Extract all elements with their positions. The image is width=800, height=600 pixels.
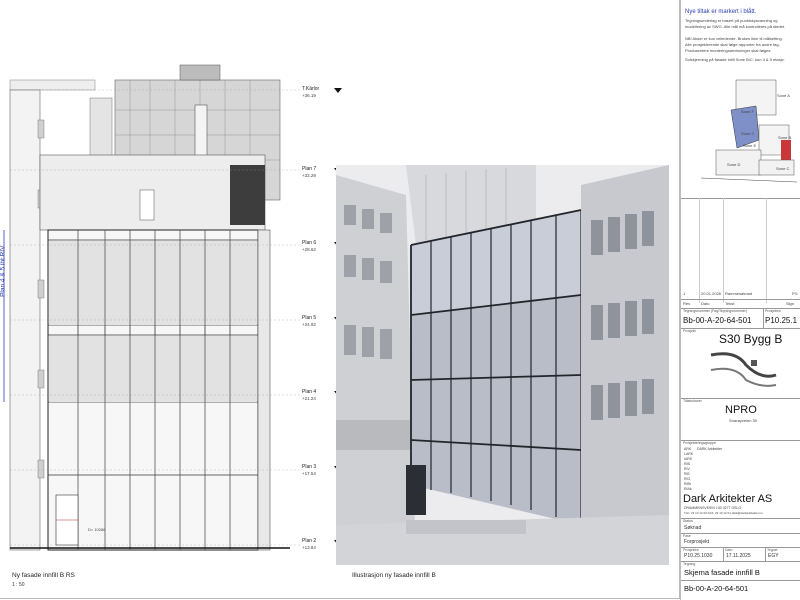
divider [763, 308, 764, 328]
elevation-scale: 1 : 50 [12, 582, 25, 588]
revision-date: 20.01.2026 [701, 291, 722, 296]
date-value: 17.11.2025 [726, 553, 751, 559]
drawn-value: EGY [768, 553, 779, 559]
project-number: P10.25.1 [765, 316, 798, 325]
phase-value: Forprosjekt [684, 539, 710, 545]
revision-grid [681, 198, 800, 303]
project-label: Prosjekt [683, 329, 696, 333]
firm-name: Dark Arkitekter AS [683, 493, 773, 505]
project-no-label: Prosjektnr [765, 309, 781, 313]
site-thumbnail-svg [710, 352, 777, 387]
proj-label: Prosjektnr [683, 548, 699, 552]
drawing-number-bottom: Bb-00-A-20-64-501 [684, 584, 749, 593]
status-label: Status [683, 519, 693, 523]
zone-label: Sone C [776, 166, 790, 171]
note-line: Produsenters monteringsanvisninger skal … [685, 48, 772, 53]
drawn-label: Tegnet [767, 548, 778, 552]
divider [723, 547, 724, 561]
level-arrow-icon [334, 88, 342, 93]
zone-label: Sone E [743, 143, 757, 148]
drawing-no-label: Tegningsnummer (Fag/Tegningsnummer) [683, 309, 747, 313]
facade-illustration [336, 165, 669, 565]
revision-header: Sign [786, 301, 795, 306]
note-line: Solskjerming på fasade infill Sone B/C: … [685, 57, 785, 62]
divider [681, 518, 800, 519]
zone-label: Sone D [727, 162, 741, 167]
revision-rev: 1 [683, 291, 686, 296]
design-role: RIB [684, 462, 690, 466]
firm-address: DRAMMENSVEIEN 130 0277 OSLO [684, 506, 742, 510]
phase-label: Fase [683, 534, 691, 538]
divider [765, 547, 766, 561]
project-name: S30 Bygg B [719, 332, 783, 346]
revision-header: Tekst [725, 301, 735, 306]
client-name: NPRO [725, 404, 757, 416]
divider [681, 561, 800, 562]
divider [681, 328, 800, 329]
note-line: Alle prosjekterende skal følge rapporter… [685, 42, 780, 47]
zone-label: Sone A [777, 93, 790, 98]
elevation-drawing [0, 40, 320, 560]
note-line: NB! Akser er kun veiledende. Brukes ikke… [685, 36, 783, 41]
elevation-caption: Ny fasade innfill B RS [12, 572, 75, 579]
notes-heading: Nye tiltak er markert i blått. [685, 9, 757, 15]
revision-header: Dato [701, 301, 710, 306]
date-label: Dato [725, 548, 733, 552]
revision-sign: PG [792, 291, 798, 296]
client-address: Snarøyveien 30 [729, 418, 758, 423]
door-note: D= 10286 [88, 527, 106, 532]
status-value: Søknad [684, 525, 702, 531]
design-role: RIBr [684, 482, 691, 486]
design-group-label: Prosjekteringsgruppe [683, 441, 717, 445]
design-company: DARK Arkitekter [697, 447, 723, 451]
illustration-svg [336, 165, 669, 565]
zone-label: Sone B [778, 135, 792, 140]
drawing-title-label: Tegning [683, 562, 696, 566]
key-plan-svg [700, 79, 798, 183]
revision-desc: Rammesøknad [725, 291, 753, 296]
title-block: Nye tiltak er markert i blått. Tegningsu… [680, 0, 800, 600]
firm-contact: TLF: 23 10 12 00 FAX: 23 10 12 01 dark@d… [684, 511, 763, 515]
design-role: IARK [684, 457, 693, 461]
design-role: ARK [684, 447, 692, 451]
plan-vertical-label: Plan 4 & 5 iht RIV [0, 245, 7, 297]
proj-value: P10.25.1030 [684, 553, 713, 559]
zone-label: Sone C [741, 131, 755, 136]
client-label: Tiltakshaver [683, 399, 702, 403]
key-plan [700, 70, 798, 190]
design-role: RIG [684, 477, 691, 481]
divider [681, 299, 800, 300]
revision-header: Rev. [683, 301, 691, 306]
design-role: RIV [684, 467, 690, 471]
divider [681, 533, 800, 534]
zone-label: Sone F [741, 109, 754, 114]
elevation-svg [3, 64, 300, 551]
design-role: RIAk [684, 487, 692, 491]
divider [681, 580, 800, 581]
illustration-caption: Illustrasjon ny fasade innfill B [352, 572, 436, 579]
drawing-title: Skjema fasade innfill B [684, 568, 760, 577]
site-thumbnail [706, 350, 781, 390]
design-role: RIE [684, 472, 690, 476]
note-line: Tegningsunderlag er basert på punktskysc… [685, 18, 778, 23]
note-line: modellering av SWG. Alle mål må kontroll… [685, 24, 786, 29]
design-role: LARK [684, 452, 694, 456]
drawing-number: Bb-00-A-20-64-501 [683, 316, 752, 325]
level-marker: T.Kärlor +36.19 [300, 86, 344, 106]
